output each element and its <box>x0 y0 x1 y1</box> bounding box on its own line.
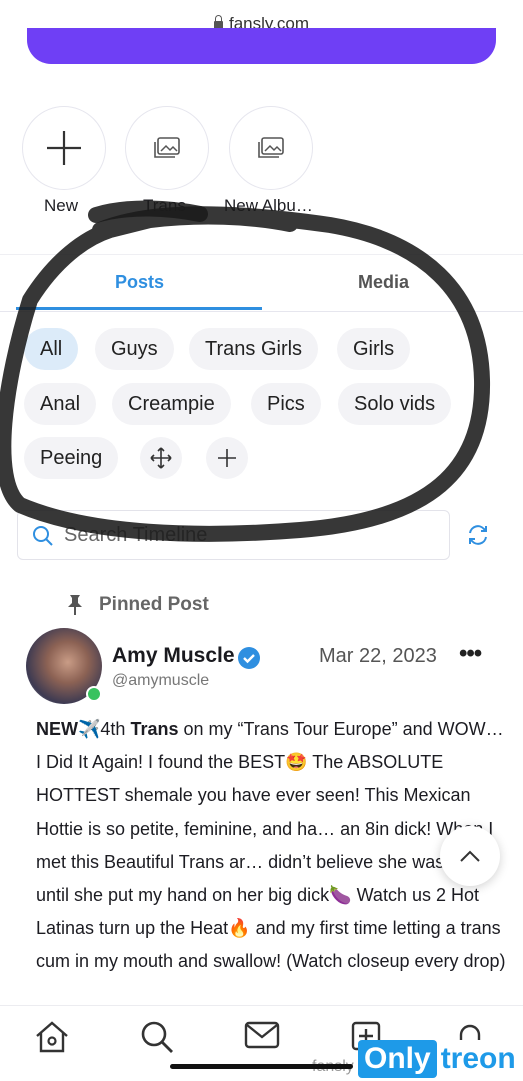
filter-chip-anal[interactable]: Anal <box>24 383 97 425</box>
mail-icon[interactable] <box>244 1020 280 1050</box>
refresh-icon[interactable] <box>466 523 490 547</box>
author-handle[interactable]: @amymuscle <box>112 672 209 690</box>
add-filter-button[interactable] <box>206 437 248 479</box>
plus-icon <box>218 449 236 467</box>
scroll-to-top-button[interactable] <box>440 826 500 886</box>
album-new-button[interactable] <box>22 106 106 190</box>
search-timeline-field[interactable]: Search Timeline <box>17 510 450 560</box>
post-text-4th: 4th <box>100 719 131 739</box>
chevron-up-icon <box>460 850 480 862</box>
post-body: NEW✈️4th Trans on my “Trans Tour Europe”… <box>36 713 506 979</box>
brand-part-only: Only <box>358 1040 437 1078</box>
subscribe-banner[interactable] <box>27 28 496 64</box>
search-icon[interactable] <box>140 1020 174 1054</box>
album-new-album-button[interactable] <box>229 106 313 190</box>
album-trans-button[interactable] <box>125 106 209 190</box>
online-status-indicator <box>86 686 102 702</box>
airplane-emoji-icon: ✈️ <box>78 719 101 739</box>
active-tab-indicator <box>16 307 262 310</box>
gallery-icon <box>154 137 180 158</box>
filter-chip-creampie[interactable]: Creampie <box>112 383 231 425</box>
pinned-post-label: Pinned Post <box>99 594 209 615</box>
brand-watermark: Only treon <box>358 1040 520 1078</box>
filter-chip-guys[interactable]: Guys <box>95 328 174 370</box>
album-label-trans: Trans <box>143 196 186 215</box>
starstruck-emoji-icon: 🤩 <box>285 752 308 773</box>
post-date: Mar 22, 2023 <box>319 645 437 667</box>
verified-badge-icon <box>238 647 260 669</box>
plus-icon <box>47 131 81 165</box>
filter-chip-solo-vids[interactable]: Solo vids <box>338 383 452 425</box>
filter-chip-peeing[interactable]: Peeing <box>24 437 119 479</box>
filter-chip-all[interactable]: All <box>24 328 79 370</box>
home-icon[interactable] <box>34 1020 70 1054</box>
home-indicator <box>170 1064 353 1069</box>
fire-emoji-icon: 🔥 <box>228 918 251 939</box>
eggplant-emoji-icon: 🍆 <box>329 885 352 906</box>
filter-chip-pics[interactable]: Pics <box>251 383 321 425</box>
post-text-line2: The ABSOLUTE HOTTEST shemale you have ev… <box>36 752 494 906</box>
album-label-new-album: New Albu… <box>224 196 313 215</box>
reorder-filters-button[interactable] <box>140 437 182 479</box>
gallery-icon <box>258 137 284 158</box>
search-icon <box>33 526 53 546</box>
pin-icon <box>68 595 82 615</box>
tab-media[interactable]: Media <box>358 272 409 293</box>
author-name[interactable]: Amy Muscle <box>112 644 235 668</box>
album-label-new: New <box>44 196 79 215</box>
tab-posts[interactable]: Posts <box>115 272 164 293</box>
filter-chip-trans-girls[interactable]: Trans Girls <box>189 328 319 370</box>
post-text-trans: Trans <box>130 719 179 739</box>
move-arrows-icon <box>150 447 172 469</box>
content-tabs: Posts Media <box>0 254 523 312</box>
more-options-button[interactable]: ••• <box>459 640 482 668</box>
brand-part-treon: treon <box>436 1040 520 1078</box>
filter-chip-girls[interactable]: Girls <box>337 328 411 370</box>
search-placeholder: Search Timeline <box>64 524 208 546</box>
post-text-new: NEW <box>36 719 78 739</box>
